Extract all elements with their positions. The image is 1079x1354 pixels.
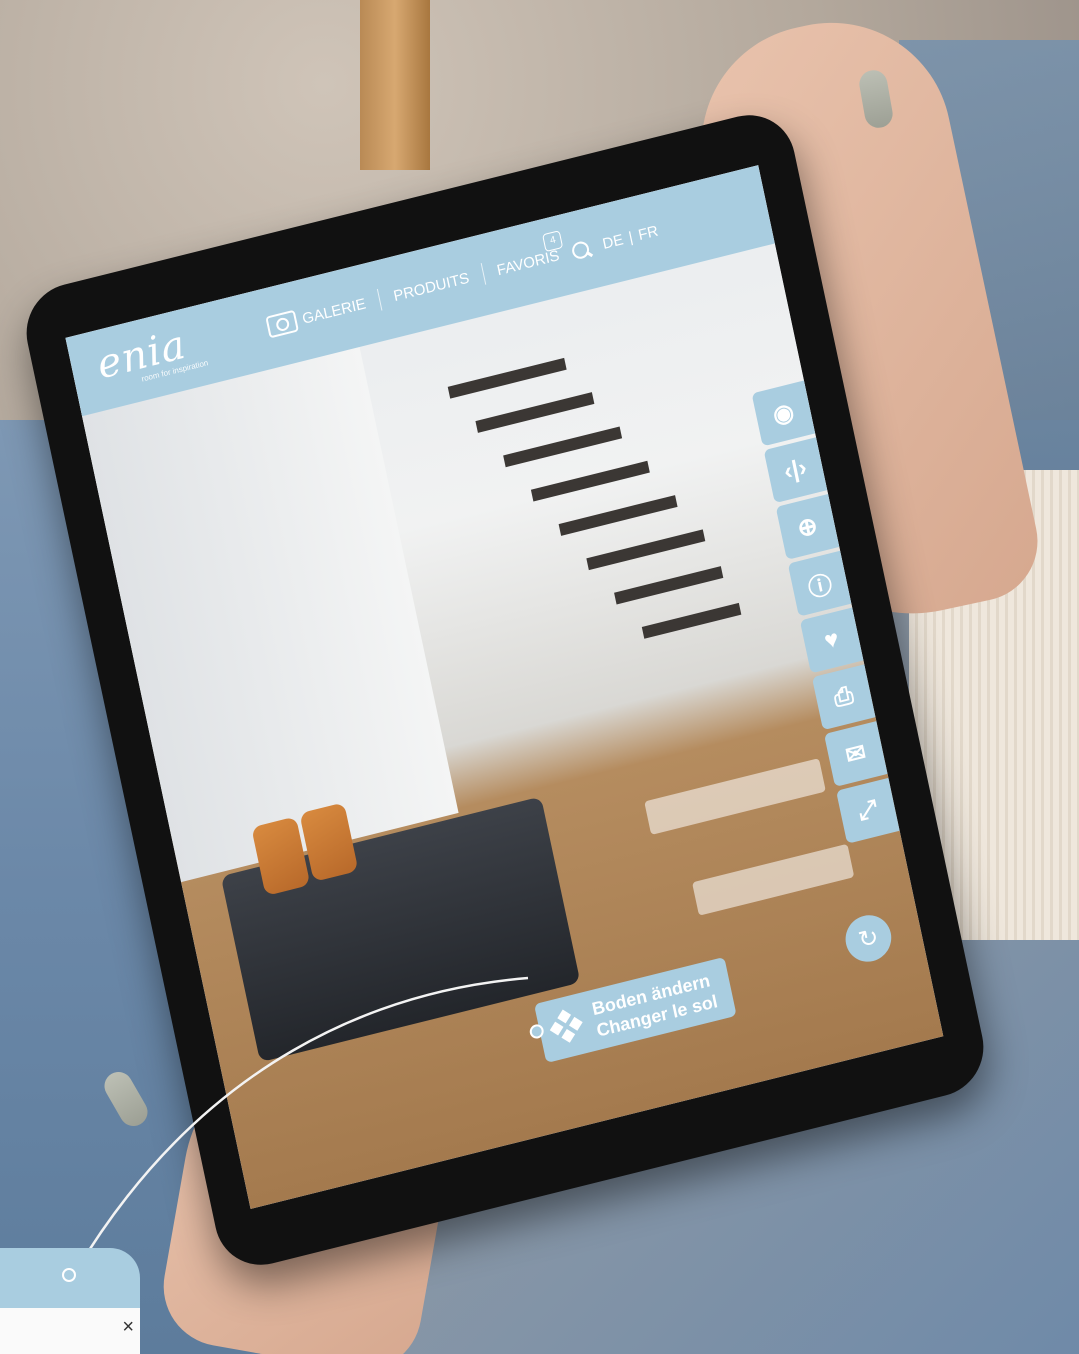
floor-tiles-icon — [549, 1009, 583, 1043]
callout-tab — [0, 1248, 140, 1308]
lang-de[interactable]: DE — [601, 231, 625, 253]
nav-divider — [480, 263, 486, 285]
callout-dot — [62, 1268, 76, 1282]
lang-fr[interactable]: FR — [637, 222, 660, 243]
zoom-in-icon[interactable]: ⊕ — [775, 494, 840, 560]
nav-products[interactable]: PRODUITS — [392, 269, 471, 304]
staircase — [447, 329, 752, 720]
nav-divider — [376, 288, 383, 311]
info-icon[interactable]: ⓘ — [787, 550, 852, 617]
compare-icon[interactable]: ‹|› — [763, 437, 828, 504]
language-switcher: DE | FR — [601, 222, 660, 252]
nav-gallery[interactable]: GALERIE — [265, 292, 368, 339]
mail-icon[interactable]: ✉ — [823, 721, 888, 787]
tablet: enia room for inspiration GALERIE PRODUI… — [17, 105, 993, 1275]
favorite-icon[interactable]: ♥ — [799, 607, 864, 674]
lang-separator: | — [627, 228, 635, 246]
tablet-screen: enia room for inspiration GALERIE PRODUI… — [65, 165, 944, 1209]
close-icon[interactable]: × — [122, 1316, 134, 1339]
sofa — [220, 796, 581, 1063]
popup-panel: × — [0, 1308, 140, 1354]
floor-reflection — [692, 843, 855, 916]
favorites-count-badge: 4 — [542, 229, 564, 252]
brand-logo[interactable]: enia room for inspiration — [93, 317, 209, 393]
nav-favorites-label: FAVORIS — [495, 246, 561, 279]
print-icon[interactable]: ⎙ — [811, 664, 876, 731]
nav-favorites[interactable]: FAVORIS 4 — [495, 229, 564, 279]
floor-reflection — [644, 758, 826, 835]
search-icon[interactable] — [570, 239, 591, 260]
nav-products-label: PRODUITS — [391, 269, 471, 305]
nav-gallery-label: GALERIE — [300, 294, 368, 328]
camera-icon[interactable]: ◉ — [751, 380, 816, 447]
camera-icon — [265, 309, 299, 339]
